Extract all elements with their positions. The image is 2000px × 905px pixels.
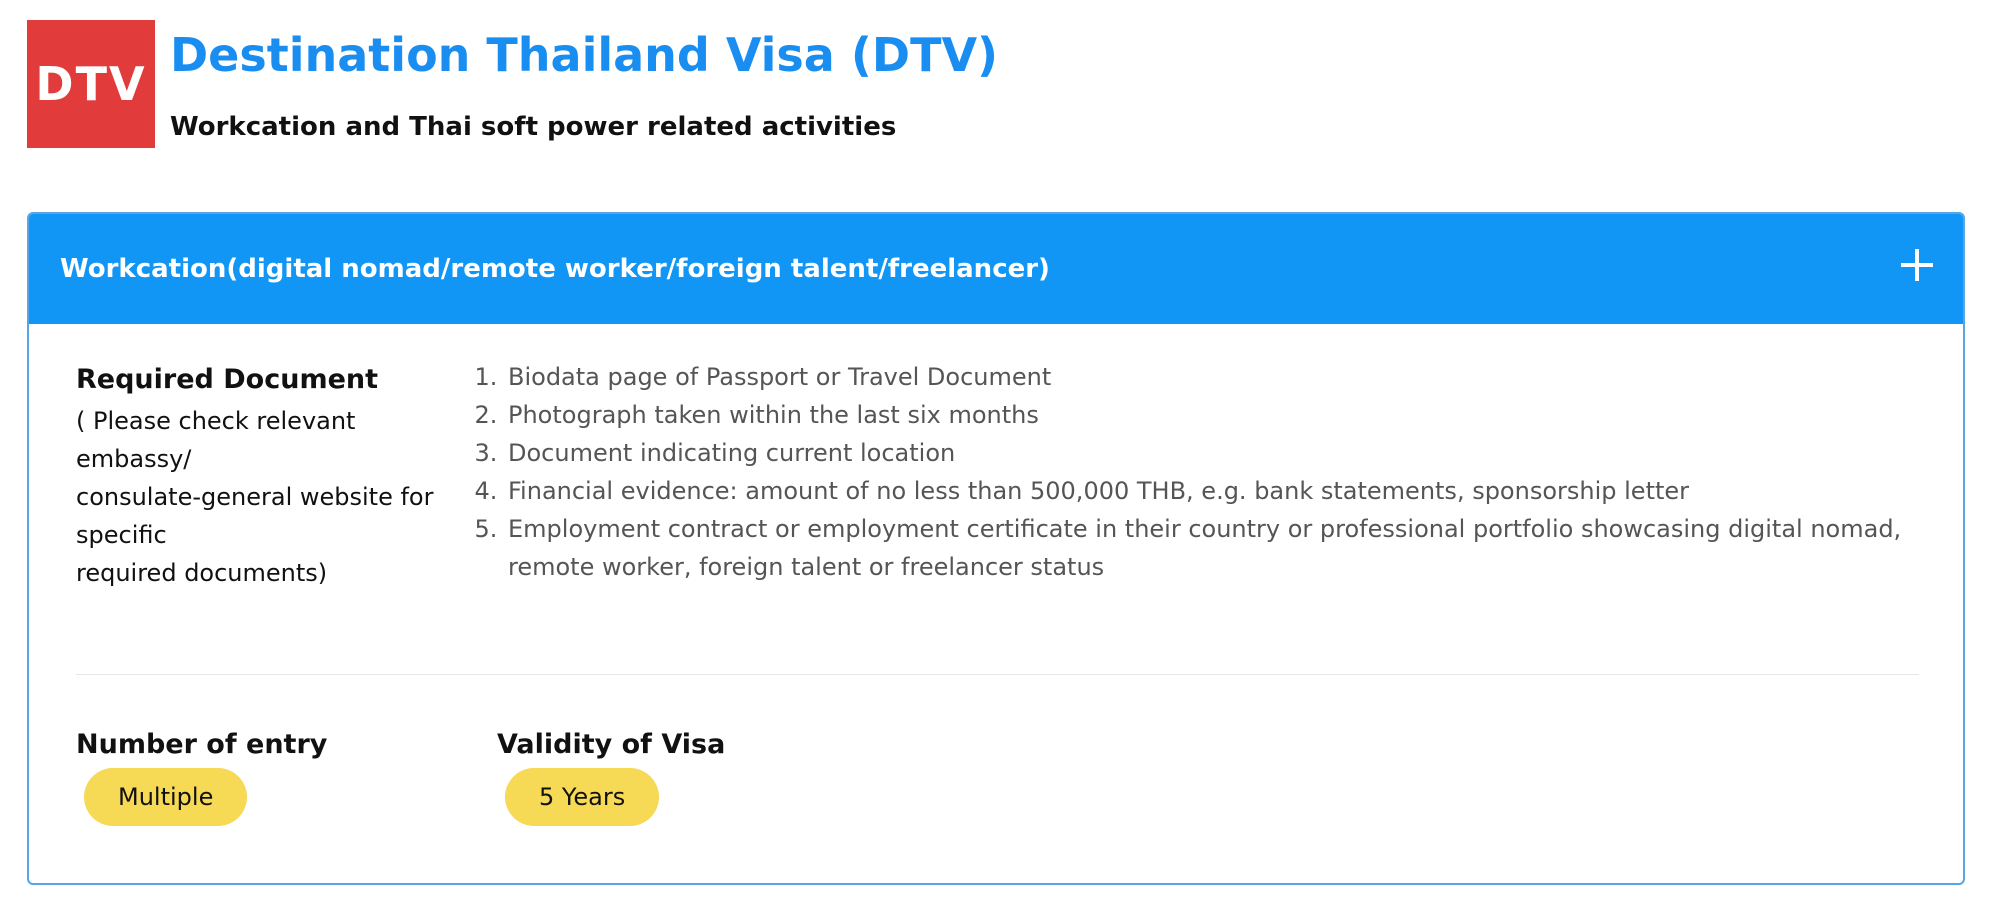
list-item: Document indicating current location xyxy=(505,434,1919,472)
dtv-logo: DTV xyxy=(27,20,155,148)
page-title: Destination Thailand Visa (DTV) xyxy=(170,28,999,82)
required-document-note: ( Please check relevant embassy/ consula… xyxy=(76,402,456,592)
note-line: specific xyxy=(76,521,167,550)
required-document-label: Required Document ( Please check relevan… xyxy=(76,364,456,592)
accordion-header[interactable]: Workcation(digital nomad/remote worker/f… xyxy=(29,214,1963,324)
note-line: consulate-general website for xyxy=(76,483,434,512)
number-of-entry-block: Number of entry Multiple xyxy=(76,729,327,826)
accordion-title: Workcation(digital nomad/remote worker/f… xyxy=(60,254,1050,284)
validity-label: Validity of Visa xyxy=(497,729,726,760)
list-item: Photograph taken within the last six mon… xyxy=(505,396,1919,434)
number-of-entry-badge: Multiple xyxy=(84,768,248,826)
validity-block: Validity of Visa 5 Years xyxy=(497,729,725,826)
required-document-heading: Required Document xyxy=(76,364,379,395)
page-subtitle: Workcation and Thai soft power related a… xyxy=(170,112,897,142)
required-document-list: Biodata page of Passport or Travel Docum… xyxy=(471,358,1919,586)
plus-icon[interactable] xyxy=(1901,249,1933,281)
section-divider xyxy=(76,674,1919,675)
page-header: DTV Destination Thailand Visa (DTV) Work… xyxy=(27,20,1927,148)
workcation-accordion: Workcation(digital nomad/remote worker/f… xyxy=(27,212,1965,885)
list-item: Employment contract or employment certif… xyxy=(505,510,1919,586)
validity-badge: 5 Years xyxy=(505,768,660,826)
number-of-entry-label: Number of entry xyxy=(76,729,328,760)
note-line: required documents) xyxy=(76,559,328,588)
list-item: Biodata page of Passport or Travel Docum… xyxy=(505,358,1919,396)
list-item: Financial evidence: amount of no less th… xyxy=(505,472,1919,510)
note-line: ( Please check relevant embassy/ xyxy=(76,407,356,474)
